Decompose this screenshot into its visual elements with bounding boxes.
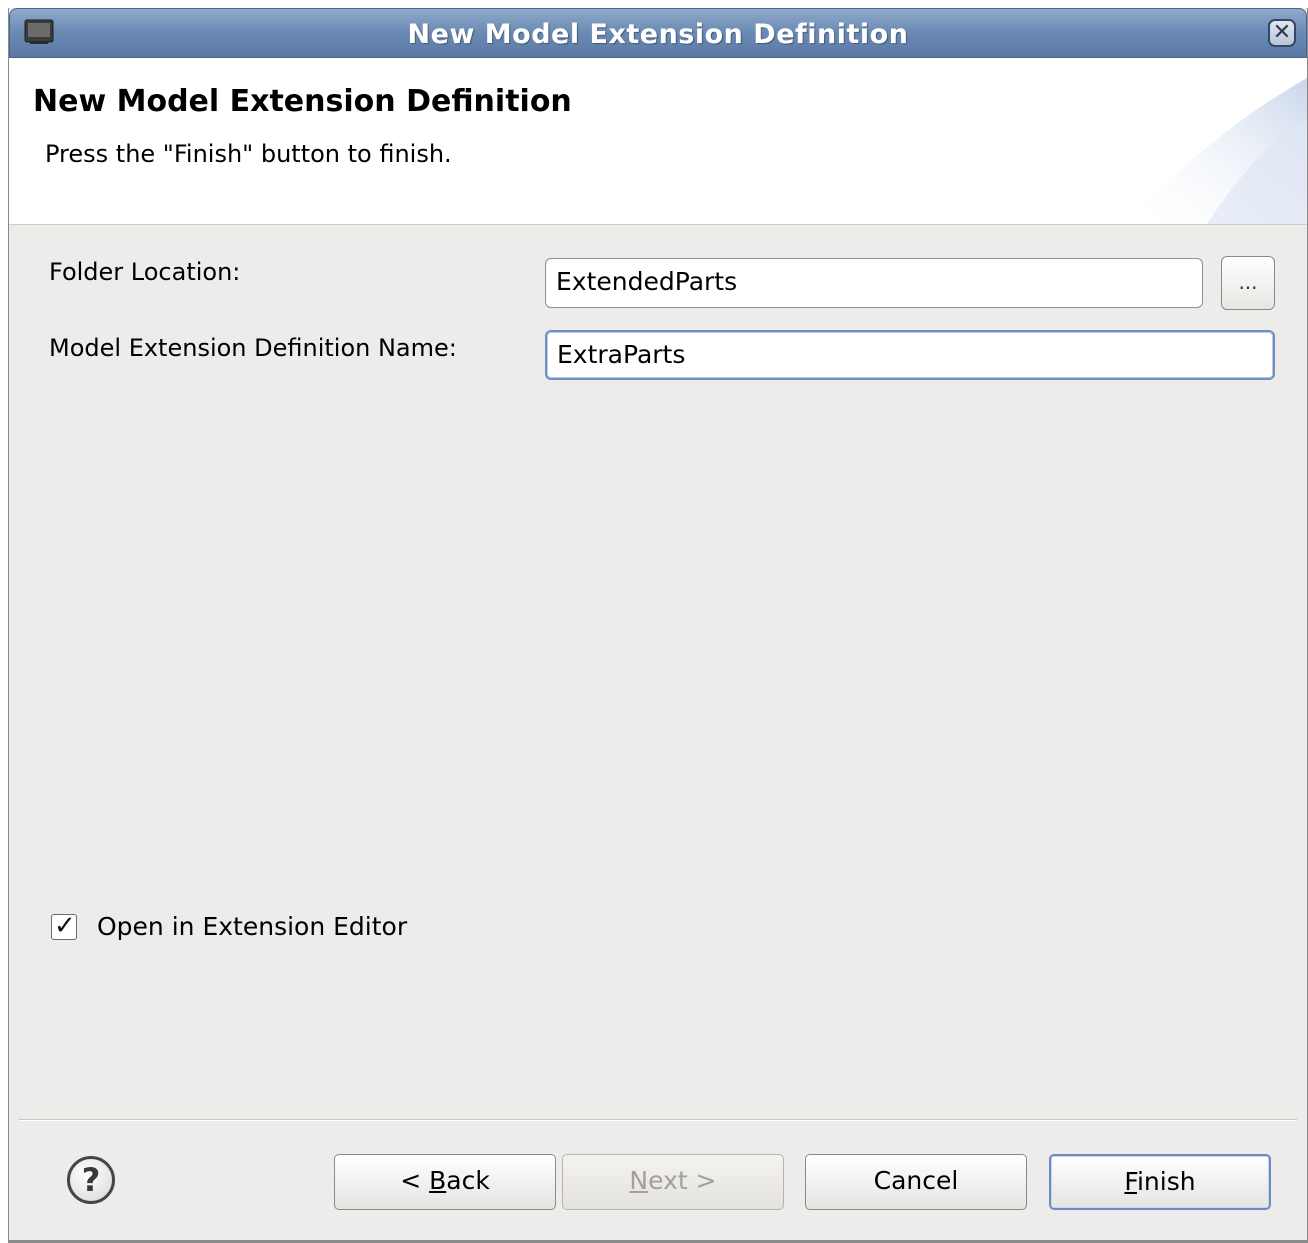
wizard-header: New Model Extension Definition Press the… — [9, 58, 1307, 225]
page-description: Press the "Finish" button to finish. — [45, 140, 452, 168]
finish-button[interactable]: Finish — [1049, 1154, 1271, 1210]
folder-location-label: Folder Location: — [49, 258, 241, 286]
next-button-rest: ext > — [648, 1166, 717, 1195]
open-in-editor-option[interactable]: ✓ Open in Extension Editor — [51, 910, 408, 941]
page-title: New Model Extension Definition — [33, 84, 572, 119]
back-button-rest: ack — [446, 1166, 490, 1195]
next-button-mnemonic: N — [629, 1166, 649, 1195]
dialog-window: New Model Extension Definition ✕ New Mod… — [8, 8, 1308, 1243]
back-button-prefix: < — [400, 1166, 430, 1195]
finish-button-rest: inish — [1136, 1167, 1196, 1196]
next-button[interactable]: Next > — [562, 1154, 784, 1210]
open-in-editor-label: Open in Extension Editor — [97, 912, 408, 941]
title-bar[interactable]: New Model Extension Definition ✕ — [9, 8, 1307, 58]
definition-name-label: Model Extension Definition Name: — [49, 334, 457, 362]
button-bar-separator — [19, 1119, 1297, 1121]
open-in-editor-checkbox[interactable]: ✓ — [51, 910, 77, 941]
window-title: New Model Extension Definition — [407, 19, 909, 50]
help-button[interactable]: ? — [67, 1156, 115, 1204]
cancel-button[interactable]: Cancel — [805, 1154, 1027, 1210]
back-button-mnemonic: B — [429, 1166, 447, 1195]
browse-button[interactable]: ... — [1221, 256, 1275, 310]
finish-button-mnemonic: F — [1124, 1167, 1137, 1196]
checkmark-icon: ✓ — [54, 910, 76, 941]
folder-location-input[interactable]: ExtendedParts — [545, 258, 1203, 308]
header-banner-graphic — [1127, 78, 1307, 224]
definition-name-input[interactable]: ExtraParts — [545, 330, 1275, 380]
back-button[interactable]: < Back — [334, 1154, 556, 1210]
close-icon[interactable]: ✕ — [1268, 19, 1296, 47]
